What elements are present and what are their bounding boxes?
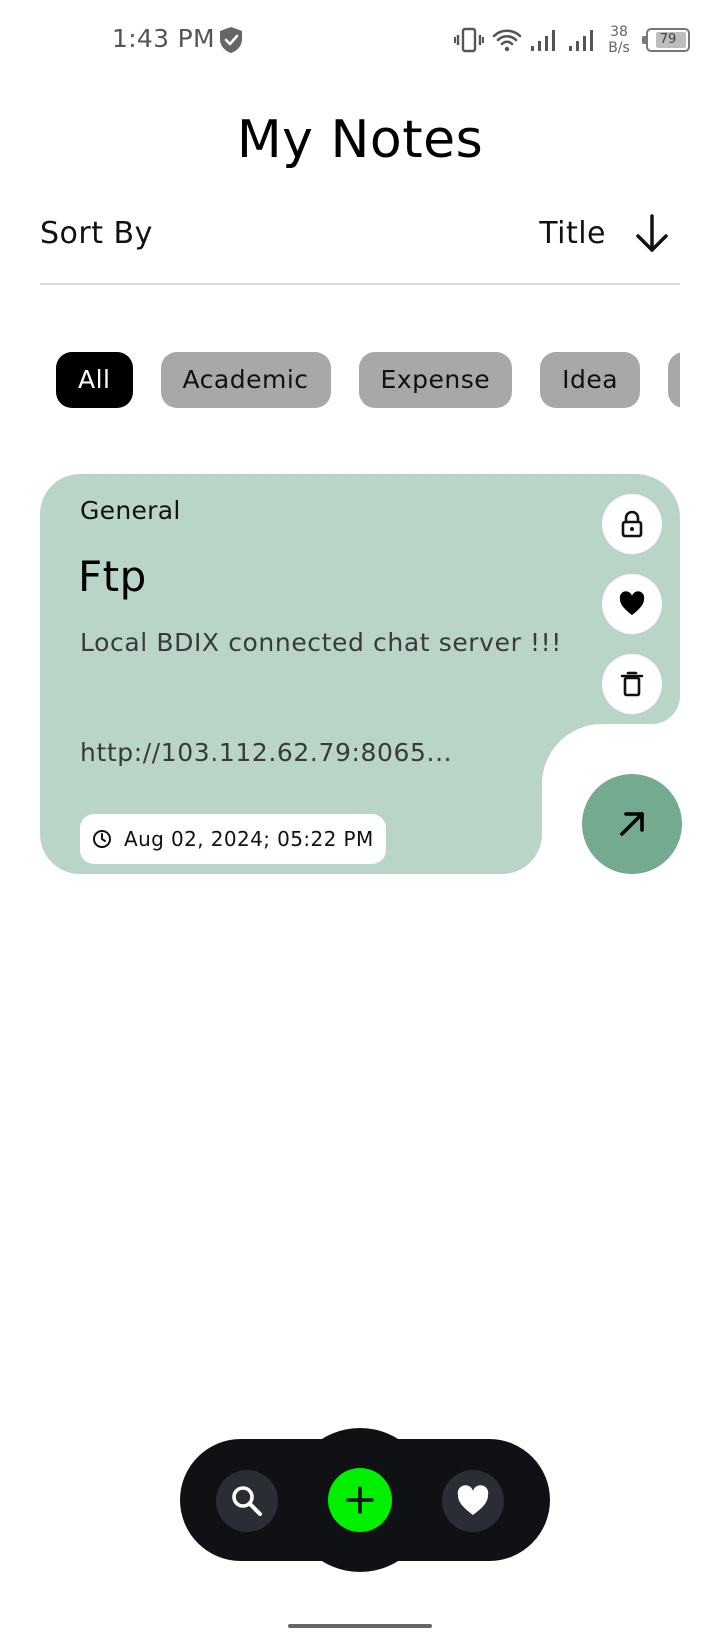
- note-title: Ftp: [78, 552, 147, 601]
- chip-all[interactable]: All: [56, 352, 133, 408]
- add-note-button[interactable]: [328, 1468, 392, 1532]
- status-time: 1:43 PM: [112, 24, 215, 53]
- signal-icon: [531, 30, 555, 51]
- chip-idea[interactable]: Idea: [540, 352, 641, 408]
- note-body: Local BDIX connected chat server !!!: [80, 628, 562, 657]
- open-note-button[interactable]: [582, 774, 682, 874]
- divider: [40, 283, 680, 285]
- heart-icon: [619, 591, 645, 615]
- network-speed-value: 38: [610, 24, 628, 40]
- shield-icon: [220, 27, 242, 53]
- note-date-badge: Aug 02, 2024; 05:22 PM: [80, 814, 386, 864]
- status-bar: 1:43 PM 38 B/s 79: [0, 0, 720, 80]
- arrow-down-icon[interactable]: [632, 212, 672, 256]
- bottom-nav: [180, 1428, 550, 1572]
- heart-icon: [457, 1485, 489, 1515]
- lock-open-icon: [621, 510, 643, 538]
- trash-icon: [620, 671, 644, 697]
- battery-icon: 79: [642, 28, 690, 52]
- chip-academic[interactable]: Academic: [160, 352, 331, 408]
- signal-icon-2: [569, 30, 593, 51]
- page-title: My Notes: [236, 110, 484, 170]
- note-date: Aug 02, 2024; 05:22 PM: [124, 827, 374, 851]
- vibrate-icon: [454, 27, 484, 53]
- sort-label: Sort By: [40, 216, 153, 251]
- network-speed: 38 B/s: [606, 24, 632, 56]
- network-speed-unit: B/s: [608, 40, 630, 56]
- note-category: General: [80, 496, 181, 525]
- arrow-up-right-icon: [620, 812, 644, 836]
- favorites-button[interactable]: [442, 1470, 504, 1532]
- category-filter: All Academic Expense Idea T: [56, 352, 680, 408]
- note-card[interactable]: General Ftp Local BDIX connected chat se…: [40, 474, 682, 874]
- battery-level: 79: [659, 32, 677, 47]
- chip-expense[interactable]: Expense: [358, 352, 513, 408]
- home-indicator[interactable]: [288, 1624, 432, 1628]
- clock-icon: [93, 830, 111, 848]
- chip-partial[interactable]: T: [668, 352, 680, 408]
- sort-field-selector[interactable]: Title: [539, 216, 606, 251]
- wifi-icon: [492, 29, 522, 52]
- plus-icon: [346, 1486, 374, 1514]
- search-button[interactable]: [216, 1470, 278, 1532]
- search-icon: [232, 1486, 262, 1516]
- status-indicators: 38 B/s 79: [454, 22, 690, 58]
- lock-note-button[interactable]: [602, 494, 662, 554]
- delete-note-button[interactable]: [602, 654, 662, 714]
- sort-row: Sort By Title: [40, 208, 680, 268]
- note-link[interactable]: http://103.112.62.79:8065...: [80, 738, 452, 767]
- favorite-note-button[interactable]: [602, 574, 662, 634]
